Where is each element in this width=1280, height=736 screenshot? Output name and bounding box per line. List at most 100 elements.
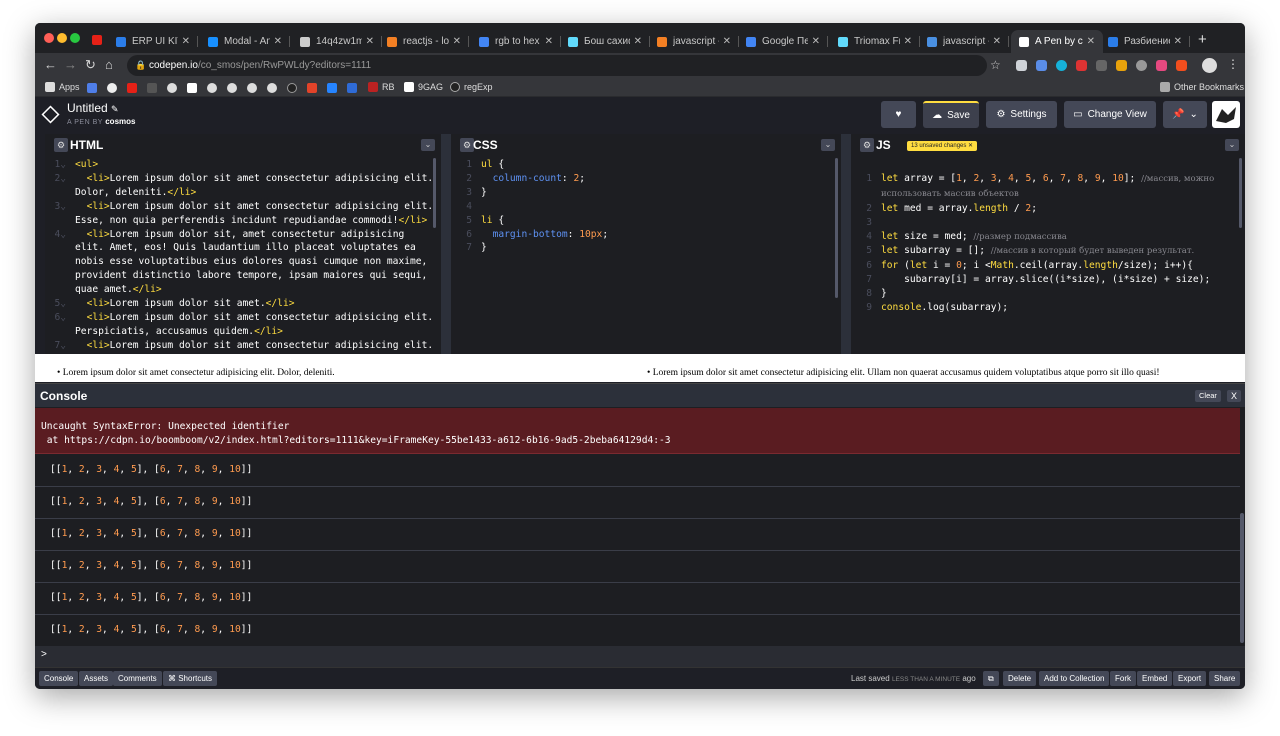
jira-bookmark-icon[interactable] [327, 83, 337, 93]
console-scrollbar[interactable] [1240, 513, 1244, 643]
tab-close-icon[interactable]: ✕ [812, 36, 820, 47]
comments-button[interactable]: Comments [113, 671, 162, 686]
translate-extension-icon[interactable] [1036, 60, 1047, 71]
github-bookmark-icon[interactable] [287, 83, 297, 93]
tab-close-icon[interactable]: ✕ [1174, 36, 1182, 47]
js-editor[interactable]: ⚙ JS 13 unsaved changes ✕ ⌄ 1 let array =… [851, 134, 1245, 354]
console-input[interactable]: > [35, 646, 1245, 668]
codepen-logo-icon[interactable] [41, 105, 60, 124]
editor-resize-handle[interactable] [841, 134, 851, 354]
html-settings-gear-icon[interactable]: ⚙ [54, 138, 68, 152]
bookmark-icon[interactable] [87, 83, 97, 93]
tab-close-icon[interactable]: ✕ [545, 36, 553, 47]
tab-close-icon[interactable]: ✕ [366, 36, 374, 47]
browser-tab[interactable]: Разбиение ма ✕ [1100, 30, 1190, 53]
css-editor-scrollbar[interactable] [835, 158, 838, 298]
youtube-pinned-tab-icon[interactable] [92, 35, 102, 45]
bookmark-icon[interactable] [347, 83, 357, 93]
pin-button[interactable]: 📌 ⌄ [1163, 101, 1207, 128]
css-editor[interactable]: ⚙ CSS ⌄ 1 ul { 2 column-count: 2; 3} 4 5l… [451, 134, 841, 354]
delete-button[interactable]: Delete [1003, 671, 1037, 686]
change-view-button[interactable]: ▭ Change View [1064, 101, 1156, 128]
add-to-collection-button[interactable]: Add to Collection [1039, 671, 1110, 686]
html-code-area[interactable]: 1⌄ <ul> 2⌄ <li>Lorem ipsum dolor sit amet… [45, 158, 441, 353]
error-location-link[interactable]: at https://cdpn.io/boomboom/v2/index.htm… [41, 434, 1234, 448]
tab-close-icon[interactable]: ✕ [1087, 36, 1095, 47]
js-editor-menu-button[interactable]: ⌄ [1225, 139, 1239, 151]
js-settings-gear-icon[interactable]: ⚙ [860, 138, 874, 152]
shortcuts-button[interactable]: ⌘ Shortcuts [163, 671, 218, 686]
tab-close-icon[interactable]: ✕ [182, 36, 190, 47]
js-code-area[interactable]: 1 let array = [1, 2, 3, 4, 5, 6, 7, 8, 9,… [851, 158, 1245, 315]
html-editor-menu-button[interactable]: ⌄ [421, 139, 435, 151]
address-bar[interactable]: 🔒 codepen.io/co_smos/pen/RwPWLdy?editors… [127, 55, 987, 76]
browser-tab[interactable]: rgb to hex - П ✕ [471, 30, 561, 53]
tab-close-icon[interactable]: ✕ [723, 36, 731, 47]
browser-tab[interactable]: Triomax Front ✕ [830, 30, 920, 53]
extension-icon[interactable] [1056, 60, 1067, 71]
tab-close-icon[interactable]: ✕ [634, 36, 642, 47]
fork-button[interactable]: Fork [1110, 671, 1136, 686]
author-link[interactable]: cosmos [105, 117, 135, 126]
browser-tab[interactable]: ERP UI KIT ✕ [108, 30, 198, 53]
bookmark-icon[interactable] [227, 83, 237, 93]
editor-resize-handle[interactable] [441, 134, 451, 354]
back-arrow-icon[interactable]: ← [44, 57, 57, 72]
regexp-bookmark[interactable]: regExp [450, 82, 493, 92]
maximize-window-button[interactable] [70, 33, 80, 43]
gitlab-bookmark-icon[interactable] [307, 83, 317, 93]
home-icon[interactable]: ⌂ [105, 57, 113, 72]
pen-title[interactable]: Untitled ✎ [67, 101, 119, 115]
share-button[interactable]: Share [1209, 671, 1241, 686]
tab-close-icon[interactable]: ✕ [453, 36, 461, 47]
css-editor-menu-button[interactable]: ⌄ [821, 139, 835, 151]
bookmark-icon[interactable] [107, 83, 117, 93]
user-avatar[interactable] [1212, 101, 1240, 128]
tab-close-icon[interactable]: ✕ [274, 36, 282, 47]
browser-tab[interactable]: Бош сахифа ✕ [560, 30, 650, 53]
js-editor-scrollbar[interactable] [1239, 158, 1242, 228]
browser-tab[interactable]: javascript - Ha ✕ [649, 30, 739, 53]
open-external-icon[interactable]: ⧉ [983, 671, 999, 686]
bookmark-icon[interactable] [207, 83, 217, 93]
save-button[interactable]: ☁ Save [923, 101, 979, 128]
html-editor-scrollbar[interactable] [433, 158, 436, 228]
tab-close-icon[interactable]: ✕ [904, 36, 912, 47]
browser-menu-icon[interactable]: ⋮ [1227, 57, 1239, 71]
new-tab-button[interactable]: + [1198, 31, 1207, 48]
console-close-button[interactable]: X [1227, 390, 1241, 402]
export-button[interactable]: Export [1173, 671, 1207, 686]
medium-bookmark-icon[interactable] [187, 83, 197, 93]
bookmark-icon[interactable] [267, 83, 277, 93]
tab-close-icon[interactable]: ✕ [993, 36, 1001, 47]
browser-tab[interactable]: Google Перев ✕ [738, 30, 828, 53]
minimize-window-button[interactable] [57, 33, 67, 43]
browser-tab[interactable]: 14q4zw1mwq ✕ [292, 30, 382, 53]
edit-pencil-icon[interactable]: ✎ [111, 104, 119, 114]
extension-badge-icon[interactable] [1076, 60, 1087, 71]
extension-icon[interactable] [1176, 60, 1187, 71]
love-button[interactable]: ♥ [881, 101, 916, 128]
youtube-bookmark-icon[interactable] [127, 83, 137, 93]
embed-button[interactable]: Embed [1137, 671, 1173, 686]
assets-button[interactable]: Assets [79, 671, 114, 686]
browser-tab[interactable]: A Pen by cosm ✕ [1011, 30, 1103, 53]
reload-icon[interactable]: ↻ [85, 57, 96, 73]
extension-icon[interactable] [1136, 60, 1147, 71]
other-bookmarks[interactable]: Other Bookmarks [1160, 82, 1244, 92]
browser-tab[interactable]: reactjs - loop i ✕ [379, 30, 469, 53]
bookmark-icon[interactable] [247, 83, 257, 93]
css-code-area[interactable]: 1 ul { 2 column-count: 2; 3} 4 5 li { 6 ma… [451, 158, 841, 255]
bookmark-star-icon[interactable]: ☆ [990, 58, 1001, 72]
console-clear-button[interactable]: Clear [1195, 390, 1221, 402]
console-toggle-button[interactable]: Console [39, 671, 79, 686]
unsaved-changes-badge[interactable]: 13 unsaved changes ✕ [907, 141, 978, 151]
html-editor[interactable]: ⚙ HTML ⌄ 1⌄ <ul> 2⌄ <li>Lorem ipsum dolor… [45, 134, 441, 354]
browser-tab[interactable]: Modal - Ant De ✕ [200, 30, 290, 53]
close-window-button[interactable] [44, 33, 54, 43]
apps-bookmark[interactable]: Apps [45, 82, 80, 92]
extension-icon[interactable] [1156, 60, 1167, 71]
bookmark-icon[interactable] [147, 83, 157, 93]
extension-icon[interactable] [1096, 60, 1107, 71]
rb-bookmark[interactable]: RB [368, 82, 395, 92]
